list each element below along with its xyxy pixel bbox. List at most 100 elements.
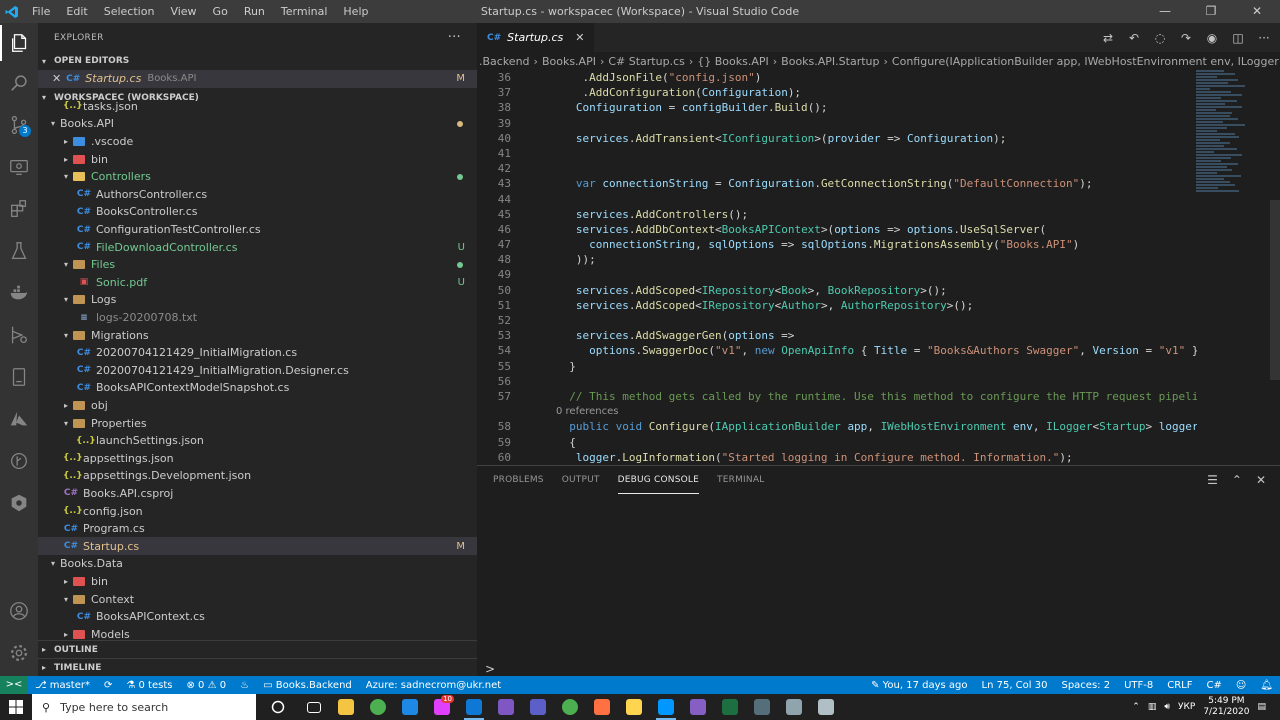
clear-console-icon[interactable]: ☰ [1207,473,1218,487]
close-editor-icon[interactable]: ✕ [52,72,61,85]
close-button[interactable]: ✕ [1234,0,1280,23]
timeline-section[interactable]: ▸ TIMELINE [38,658,477,676]
azure-icon[interactable] [0,401,38,437]
menu-item-edit[interactable]: Edit [58,0,95,23]
file-item[interactable]: C# BooksController.cs [38,203,477,221]
action-center-icon[interactable]: ▤ [1257,702,1266,712]
notifications-bell-icon[interactable]: 🔔︎ [1253,680,1280,691]
tests-status[interactable]: ⚗ 0 tests [119,680,179,691]
menu-item-terminal[interactable]: Terminal [273,0,336,23]
toggle-blame-icon[interactable]: ◉ [1204,31,1220,45]
go-back-icon[interactable]: ↶ [1126,31,1142,45]
tab-problems[interactable]: PROBLEMS [493,466,544,494]
app-light-icon[interactable] [812,694,840,720]
menu-item-go[interactable]: Go [205,0,236,23]
file-item[interactable]: {..} appsettings.Development.json [38,467,477,485]
folder-item[interactable]: ▸ bin [38,150,477,168]
language-mode[interactable]: C# [1199,680,1228,691]
folder-item[interactable]: ▸ Models [38,625,477,639]
encoding-status[interactable]: UTF-8 [1117,680,1160,691]
file-item[interactable]: C# 20200704121429_InitialMigration.Design… [38,362,477,380]
network-icon[interactable]: ▥ [1148,702,1157,712]
file-item[interactable]: C# Program.cs [38,520,477,538]
chrome-2-icon[interactable] [556,694,584,720]
open-editor-item[interactable]: ✕ C# Startup.cs Books.API M [38,70,477,88]
feedback-icon[interactable]: ☺ [1229,680,1253,691]
debug-console-prompt[interactable]: > [485,662,495,676]
close-panel-icon[interactable]: ✕ [1256,473,1266,487]
scroll-thumb[interactable] [1270,200,1280,380]
menu-item-help[interactable]: Help [335,0,376,23]
menu-item-selection[interactable]: Selection [96,0,163,23]
outlook-icon[interactable] [460,694,488,720]
code-editor[interactable]: 36 . AddJsonFile("config.json") 37 . AddCon… [477,70,1197,465]
maximize-button[interactable]: ❐ [1188,0,1234,23]
go-forward-icon[interactable]: ↷ [1178,31,1194,45]
problems-status[interactable]: ⊗ 0 ⚠ 0 [179,680,233,691]
file-item[interactable]: {..} launchSettings.json [38,432,477,450]
windows-start-icon[interactable] [0,694,32,720]
tool-yellow-icon[interactable] [620,694,648,720]
tab-debug-console[interactable]: DEBUG CONSOLE [617,466,700,494]
vscode-icon[interactable] [652,694,680,720]
tab-terminal[interactable]: TERMINAL [717,466,764,494]
file-item[interactable]: C# AuthorsController.cs [38,186,477,204]
taskbar-search[interactable]: ⚲ Type here to search [32,694,256,720]
gitlens-icon[interactable] [0,443,38,479]
source-control-icon[interactable]: 3 [0,107,38,143]
folder-item[interactable]: ▸ .vscode [38,133,477,151]
app-grey-icon[interactable] [780,694,808,720]
indentation-status[interactable]: Spaces: 2 [1054,680,1117,691]
breadcrumb-item[interactable]: C# Startup.cs [608,55,685,68]
file-item[interactable]: ≡ logs-20200708.txt [38,309,477,327]
azure-account-status[interactable]: Azure: sadnecrom@ukr.net [359,680,508,691]
file-item[interactable]: {..} appsettings.json [38,449,477,467]
folder-item[interactable]: ▸ obj [38,397,477,415]
task-view-icon[interactable] [300,694,328,720]
menu-item-file[interactable]: File [24,0,58,23]
git-blame-status[interactable]: ✎ You, 17 days ago [864,680,974,691]
tray-chevron-icon[interactable]: ⌃ [1132,702,1140,712]
sync-icon[interactable]: ⟳ [97,680,119,691]
settings-gear-icon[interactable] [0,635,38,671]
folder-item[interactable]: ▾ Migrations [38,326,477,344]
app-purple-icon[interactable] [492,694,520,720]
split-editor-icon[interactable]: ◫ [1230,31,1246,45]
app-pink-icon[interactable]: 10 [428,694,456,720]
commit-dot-icon[interactable]: ◌ [1152,31,1168,45]
tab-output[interactable]: OUTPUT [562,466,600,494]
branch-status[interactable]: ⎇ master* [28,680,97,691]
maximize-panel-icon[interactable]: ⌃ [1232,473,1242,487]
explorer-icon[interactable] [0,25,38,61]
breadcrumb-item[interactable]: Books.API [542,55,596,68]
codelens-references[interactable]: 0 references [477,404,1197,419]
remote-explorer-icon[interactable] [0,317,38,353]
menu-item-run[interactable]: Run [236,0,273,23]
kubernetes-icon[interactable] [0,485,38,521]
editor-scrollbar[interactable] [1270,70,1280,465]
close-tab-icon[interactable]: ✕ [575,31,584,44]
extensions-icon[interactable] [0,191,38,227]
app-orange-icon[interactable] [588,694,616,720]
file-item[interactable]: C# FileDownloadController.cs U [38,238,477,256]
open-changes-icon[interactable]: ⇄ [1100,31,1116,45]
file-item[interactable]: C# ConfigurationTestController.cs [38,221,477,239]
explorer-icon[interactable] [332,694,360,720]
breadcrumb-item[interactable]: Books.API.Startup [781,55,879,68]
cursor-position[interactable]: Ln 75, Col 30 [975,680,1055,691]
folder-item[interactable]: ▾ Logs [38,291,477,309]
breadcrumb-item[interactable]: Configure(IApplicationBuilder app, IWebH… [892,55,1280,68]
outline-section[interactable]: ▸ OUTLINE [38,640,477,658]
project-status[interactable]: ▭ Books.Backend [256,680,359,691]
file-item[interactable]: C# Books.API.csproj [38,485,477,503]
clock[interactable]: 5:49 PM 7/21/2020 [1203,696,1249,718]
folder-item[interactable]: ▾ Context [38,590,477,608]
eol-status[interactable]: CRLF [1160,680,1199,691]
keyboard-language[interactable]: УКР [1178,702,1195,712]
folder-item[interactable]: ▾ Books.Data [38,555,477,573]
minimize-button[interactable]: — [1142,0,1188,23]
file-item[interactable]: C# Startup.cs M [38,537,477,556]
file-item[interactable]: {..} config.json [38,502,477,520]
account-icon[interactable] [0,593,38,629]
remote-indicator-icon[interactable]: >< [0,676,28,694]
